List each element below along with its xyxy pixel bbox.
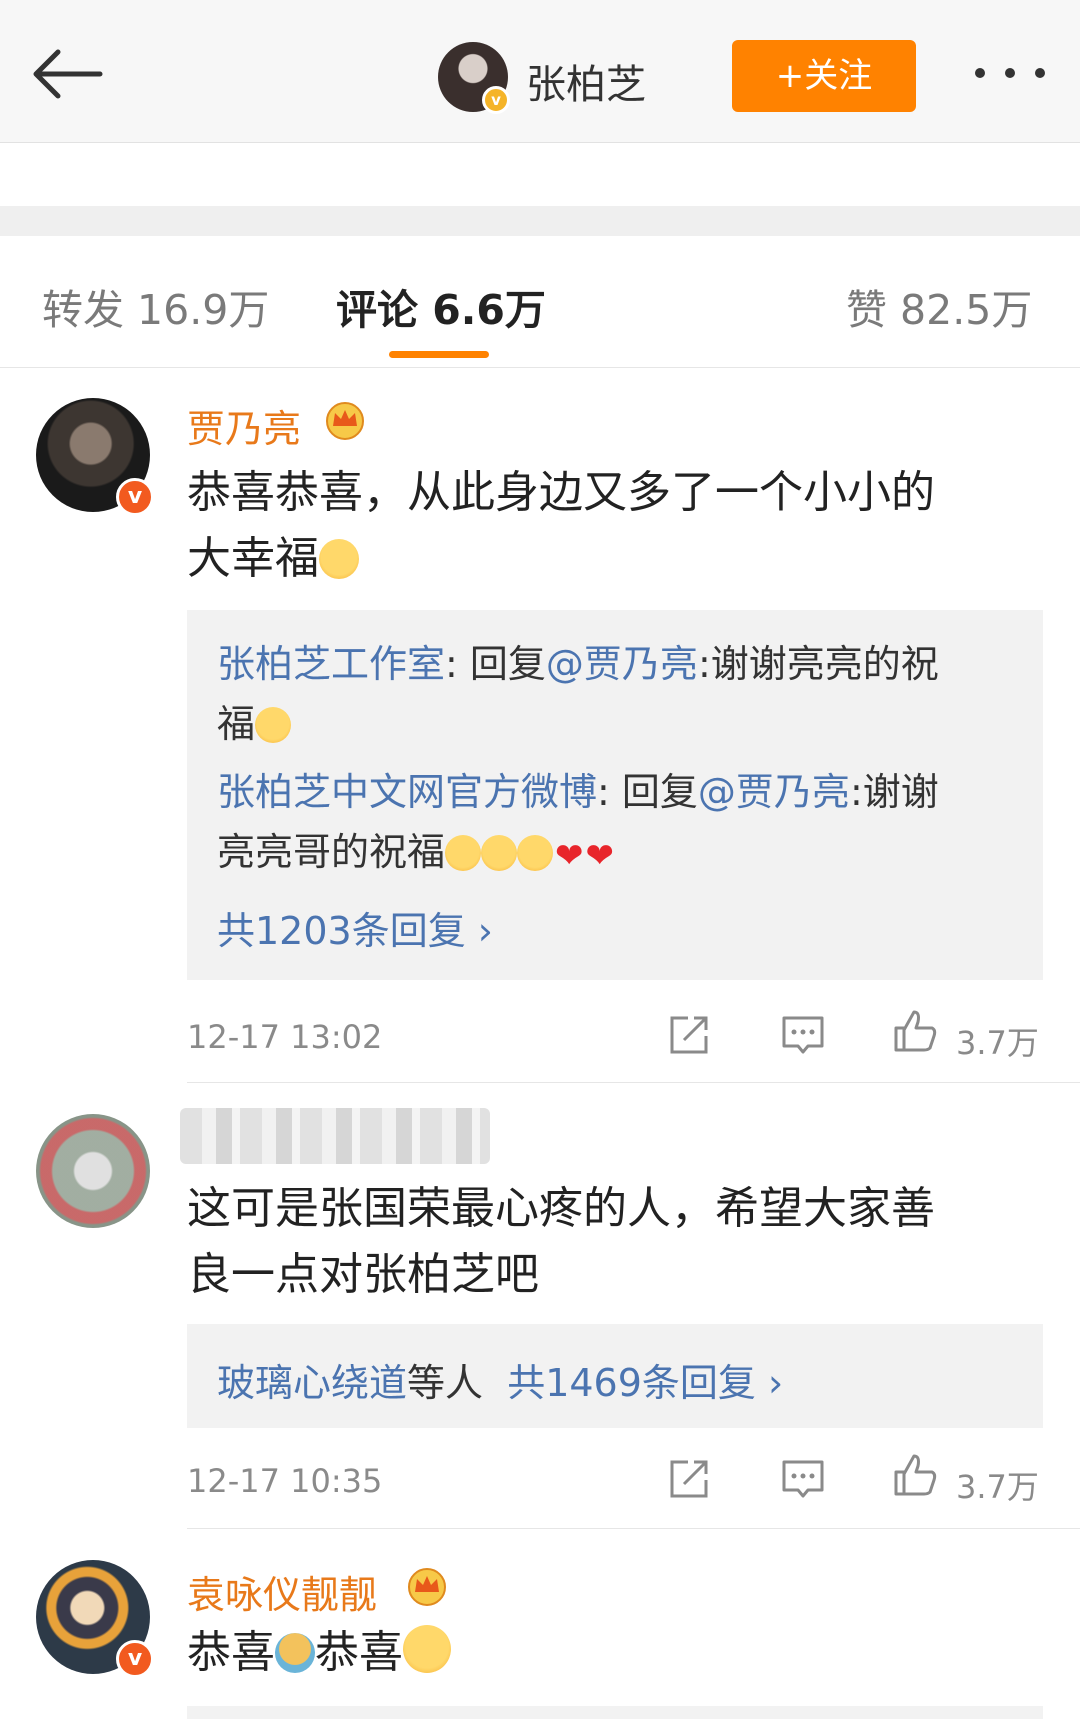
comment-timestamp: 12-17 13:02 <box>187 1018 383 1056</box>
verified-badge-icon: v <box>482 86 510 114</box>
header-avatar[interactable]: v <box>438 42 510 114</box>
scared-emoji-icon <box>445 835 482 871</box>
tab-likes[interactable]: 赞 82.5万 <box>846 276 1032 336</box>
verified-badge-icon: v <box>116 478 154 516</box>
scared-emoji-icon <box>255 707 292 743</box>
like-count: 3.7万 <box>956 1024 1039 1062</box>
tab-comments[interactable]: 评论 6.6万 <box>336 276 546 336</box>
reply-author[interactable]: 张柏芝工作室 <box>217 642 445 686</box>
comment-username[interactable]: 贾乃亮 <box>187 398 301 453</box>
view-replies-link[interactable]: 共1203条回复 › <box>217 900 493 955</box>
mention-link[interactable]: @贾乃亮 <box>546 642 698 686</box>
comment-text: 这可是张国荣最心疼的人，希望大家善 良一点对张柏芝吧 <box>187 1183 935 1300</box>
top-bar: v 张柏芝 +关注 <box>0 0 1080 143</box>
avatar[interactable] <box>36 1114 150 1228</box>
reply-item: 张柏芝工作室: 回复@贾乃亮:谢谢亮亮的祝 福 <box>217 642 939 746</box>
scared-emoji-icon <box>517 835 554 871</box>
tab-reposts[interactable]: 转发 16.9万 <box>42 276 269 336</box>
active-tab-indicator <box>389 351 489 358</box>
comment-text: 恭喜恭喜，从此身边又多了一个小小的 大幸福 <box>187 467 935 584</box>
view-replies-link[interactable]: 玻璃心绕道等人 共1469条回复 › <box>217 1352 783 1407</box>
scared-emoji-icon <box>481 835 518 871</box>
verified-badge-icon: v <box>116 1640 154 1678</box>
reply-preview-box[interactable] <box>187 1706 1043 1719</box>
reply-preview-box[interactable]: 张柏芝工作室: 回复@贾乃亮:谢谢亮亮的祝 福 张柏芝中文网官方微博: 回复@贾… <box>187 610 1043 980</box>
party-emoji-icon <box>275 1633 315 1673</box>
repost-icon[interactable] <box>666 1456 712 1502</box>
comment-timestamp: 12-17 10:35 <box>187 1462 383 1500</box>
crown-icon <box>326 402 364 440</box>
header-username[interactable]: 张柏芝 <box>526 52 646 110</box>
follow-button[interactable]: +关注 <box>732 40 916 112</box>
divider <box>0 367 1080 368</box>
like-count: 3.7万 <box>956 1468 1039 1506</box>
like-icon[interactable] <box>892 1008 938 1054</box>
divider <box>187 1528 1080 1529</box>
comment-icon[interactable] <box>780 1012 826 1058</box>
like-icon[interactable] <box>892 1452 938 1498</box>
comment-icon[interactable] <box>780 1456 826 1502</box>
reply-item: 张柏芝中文网官方微博: 回复@贾乃亮:谢谢 亮亮哥的祝福 ❤❤ <box>217 762 1017 886</box>
heart-icon: ❤ <box>585 836 615 876</box>
avatar[interactable]: v <box>36 1560 154 1678</box>
comment-username[interactable] <box>180 1108 490 1164</box>
section-divider <box>0 206 1080 236</box>
smile-emoji-icon <box>403 1625 451 1673</box>
divider <box>187 1082 1080 1083</box>
hug-emoji-icon <box>319 539 359 579</box>
comment-text: 恭喜 恭喜 <box>187 1620 1017 1686</box>
avatar[interactable]: v <box>36 398 154 516</box>
repost-icon[interactable] <box>666 1012 712 1058</box>
comment-username[interactable]: 袁咏仪靓靓 <box>187 1564 377 1619</box>
crown-icon <box>408 1568 446 1606</box>
more-dots-icon[interactable] <box>975 68 1055 84</box>
mention-link[interactable]: @贾乃亮 <box>698 770 850 814</box>
back-arrow-icon[interactable] <box>28 44 108 104</box>
reply-preview-box[interactable]: 玻璃心绕道等人 共1469条回复 › <box>187 1324 1043 1428</box>
reply-author[interactable]: 张柏芝中文网官方微博 <box>217 770 597 814</box>
heart-icon: ❤ <box>555 836 584 876</box>
